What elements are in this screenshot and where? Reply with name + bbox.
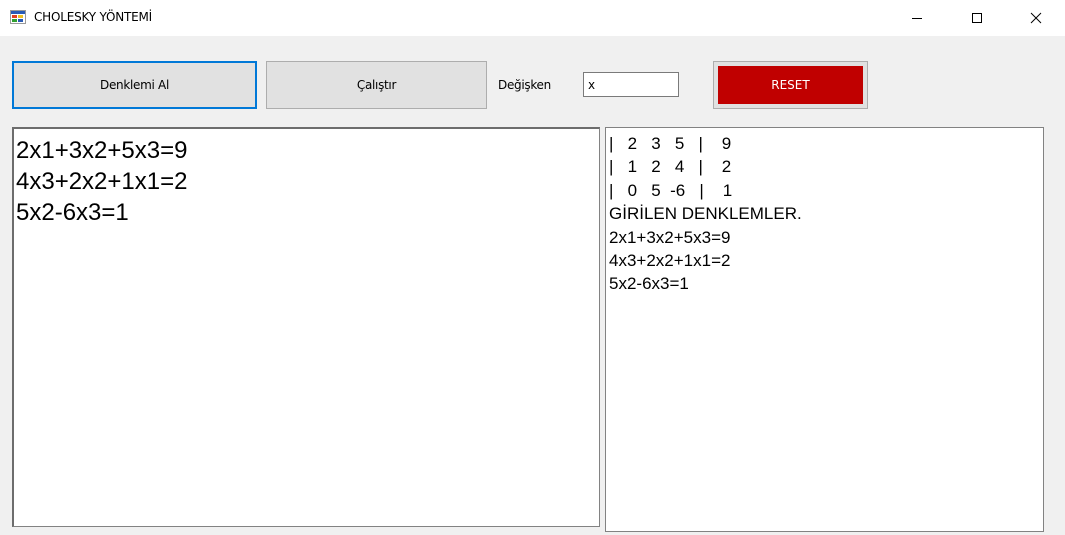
matrix-row: | 2 3 5 | 9: [609, 134, 732, 153]
output-equation-line: 4x3+2x2+1x1=2: [609, 251, 731, 271]
matrix-row: | 1 2 4 | 2: [609, 157, 732, 177]
minimize-button[interactable]: [894, 0, 940, 36]
maximize-button[interactable]: [954, 0, 1000, 36]
variable-input[interactable]: [583, 72, 679, 97]
variable-label: Değişken: [498, 78, 551, 92]
output-equation-line: 2x1+3x2+5x3=9: [609, 227, 731, 247]
equation-line: 5x2-6x3=1: [16, 199, 129, 226]
output-equation-line: 5x2-6x3=1: [609, 274, 689, 294]
window-title: CHOLESKY YÖNTEMİ: [34, 10, 153, 24]
entered-equations-heading: GİRİLEN DENKLEMLER.: [609, 204, 802, 224]
output-listbox[interactable]: | 2 3 5 | 9 | 1 2 4 | 2 | 0 5 -6 | 1 GİR…: [605, 127, 1044, 532]
title-bar[interactable]: CHOLESKY YÖNTEMİ: [0, 0, 1065, 36]
minimize-icon: [912, 18, 922, 19]
windows-form-icon: [10, 10, 26, 24]
reset-button[interactable]: RESET: [718, 66, 863, 104]
close-button[interactable]: [1013, 0, 1059, 36]
equation-input-area[interactable]: 2x1+3x2+5x3=9 4x3+2x2+1x1=2 5x2-6x3=1: [12, 127, 600, 527]
get-equation-button[interactable]: Denklemi Al: [12, 61, 257, 109]
maximize-icon: [972, 13, 982, 23]
reset-button-frame[interactable]: RESET: [713, 61, 868, 109]
equation-line: 4x3+2x2+1x1=2: [16, 168, 188, 195]
matrix-row: | 0 5 -6 | 1: [609, 180, 733, 200]
equation-line: 2x1+3x2+5x3=9: [16, 137, 188, 164]
close-icon: [1030, 12, 1042, 24]
app-window: CHOLESKY YÖNTEMİ Denklemi Al Çalıştır De…: [0, 0, 1065, 535]
run-button[interactable]: Çalıştır: [266, 61, 487, 109]
